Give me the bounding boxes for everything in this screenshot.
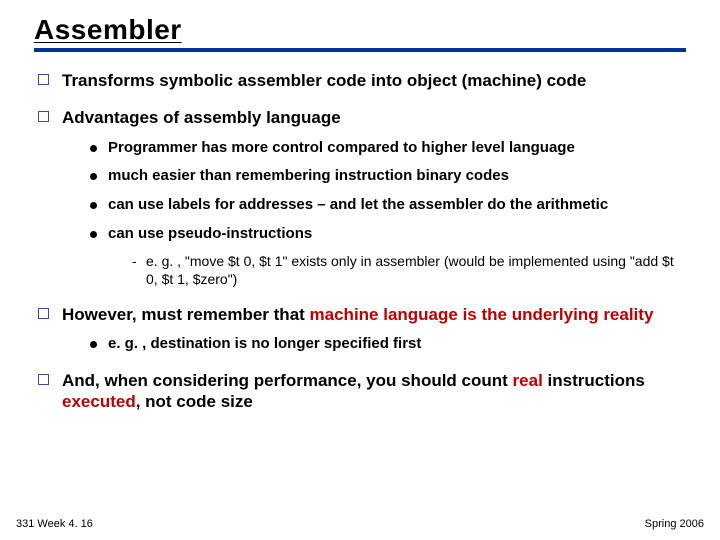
slide: Assembler Transforms symbolic assembler …	[0, 0, 720, 540]
bullet-item: However, must remember that machine lang…	[38, 304, 686, 354]
footer-left: 331 Week 4. 16	[16, 518, 93, 530]
bullet-list-sub2: e. g. , "move $t 0, $t 1" exists only in…	[132, 252, 686, 288]
bullet-list-sub: Programmer has more control compared to …	[90, 139, 686, 288]
bullet-text: Transforms symbolic assembler code into …	[62, 71, 586, 90]
sub-bullet-item: Programmer has more control compared to …	[90, 139, 686, 158]
bullet-item: Advantages of assembly language Programm…	[38, 107, 686, 288]
sub2-bullet-item: e. g. , "move $t 0, $t 1" exists only in…	[132, 252, 686, 288]
sub-bullet-text: can use labels for addresses – and let t…	[108, 196, 608, 213]
sub-bullet-text: e. g. , destination is no longer specifi…	[108, 335, 421, 352]
bullet-item: Transforms symbolic assembler code into …	[38, 70, 686, 91]
sub-bullet-text: can use pseudo-instructions	[108, 225, 312, 242]
footer-right: Spring 2006	[645, 518, 704, 530]
bullet-text-pre: However, must remember that	[62, 305, 310, 324]
slide-footer: 331 Week 4. 16 Spring 2006	[16, 518, 704, 530]
sub-bullet-item: much easier than remembering instruction…	[90, 167, 686, 186]
bullet-text-emph: machine language is the underlying reali…	[310, 305, 654, 324]
bullet-text-emph: real	[513, 371, 543, 390]
bullet-text-mid: instructions	[543, 371, 645, 390]
sub-bullet-item: can use pseudo-instructions e. g. , "mov…	[90, 225, 686, 288]
bullet-text: Advantages of assembly language	[62, 108, 341, 127]
sub-bullet-item: can use labels for addresses – and let t…	[90, 196, 686, 215]
bullet-text-pre: And, when considering performance, you s…	[62, 371, 513, 390]
bullet-text-emph: executed	[62, 392, 136, 411]
sub2-bullet-text: e. g. , "move $t 0, $t 1" exists only in…	[146, 253, 674, 287]
bullet-list-top: Transforms symbolic assembler code into …	[38, 70, 686, 412]
sub-bullet-text: Programmer has more control compared to …	[108, 139, 575, 156]
bullet-list-sub: e. g. , destination is no longer specifi…	[90, 335, 686, 354]
sub-bullet-item: e. g. , destination is no longer specifi…	[90, 335, 686, 354]
bullet-text-post: , not code size	[136, 392, 253, 411]
bullet-item: And, when considering performance, you s…	[38, 370, 686, 413]
sub-bullet-text: much easier than remembering instruction…	[108, 167, 509, 184]
slide-title: Assembler	[34, 14, 686, 52]
